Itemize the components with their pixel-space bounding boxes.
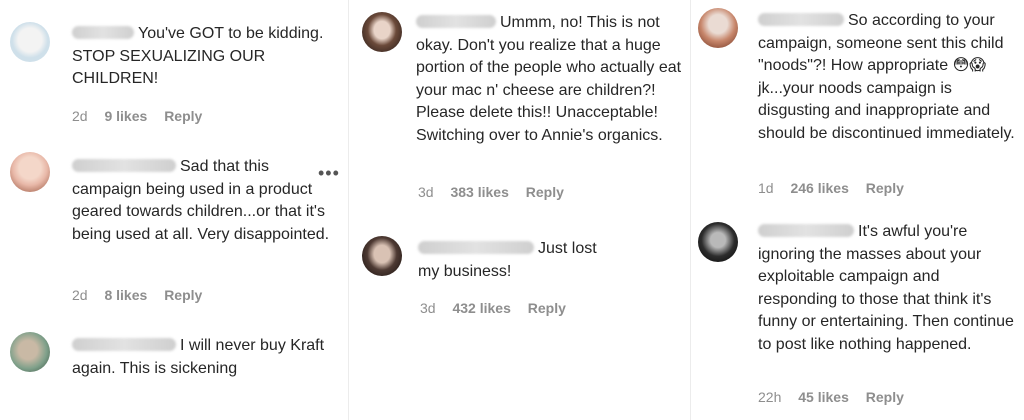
likes-count[interactable]: 432 likes	[452, 300, 510, 316]
column-divider	[348, 0, 349, 420]
likes-count[interactable]: 45 likes	[798, 389, 849, 405]
comment-time: 1d	[758, 180, 774, 196]
comment-time: 3d	[418, 184, 434, 200]
reply-button[interactable]: Reply	[164, 287, 202, 303]
comments-column-2: Ummm, no! This is not okay. Don't you re…	[352, 0, 688, 420]
likes-count[interactable]: 246 likes	[790, 180, 848, 196]
username-redacted[interactable]	[72, 159, 176, 172]
avatar[interactable]	[10, 22, 50, 62]
comment-text: Ummm, no! This is not okay. Don't you re…	[416, 14, 682, 144]
username-redacted[interactable]	[758, 224, 854, 237]
more-options-icon[interactable]: •••	[318, 163, 340, 184]
username-redacted[interactable]	[416, 15, 496, 28]
likes-count[interactable]: 383 likes	[450, 184, 508, 200]
reply-button[interactable]: Reply	[866, 180, 904, 196]
reply-button[interactable]: Reply	[528, 300, 566, 316]
comment-time: 22h	[758, 389, 782, 405]
username-redacted[interactable]	[418, 241, 534, 254]
comment-text: So according to your campaign, someone s…	[758, 12, 1015, 142]
reply-button[interactable]: Reply	[866, 389, 904, 405]
likes-count[interactable]: 8 likes	[104, 287, 147, 303]
column-divider	[690, 0, 691, 420]
username-redacted[interactable]	[72, 338, 176, 351]
avatar[interactable]	[10, 152, 50, 192]
avatar[interactable]	[362, 12, 402, 52]
reply-button[interactable]: Reply	[526, 184, 564, 200]
comment-time: 2d	[72, 108, 88, 124]
likes-count[interactable]: 9 likes	[104, 108, 147, 124]
avatar[interactable]	[698, 222, 738, 262]
comments-column-3: So according to your campaign, someone s…	[692, 0, 1024, 420]
comments-column-1: You've GOT to be kidding. STOP SEXUALIZI…	[0, 0, 344, 420]
username-redacted[interactable]	[72, 26, 134, 39]
comment-time: 2d	[72, 287, 88, 303]
avatar[interactable]	[362, 236, 402, 276]
comment-time: 3d	[420, 300, 436, 316]
reply-button[interactable]: Reply	[164, 108, 202, 124]
comment-text: It's awful you're ignoring the masses ab…	[758, 223, 1014, 353]
avatar[interactable]	[698, 8, 738, 48]
username-redacted[interactable]	[758, 13, 844, 26]
avatar[interactable]	[10, 332, 50, 372]
